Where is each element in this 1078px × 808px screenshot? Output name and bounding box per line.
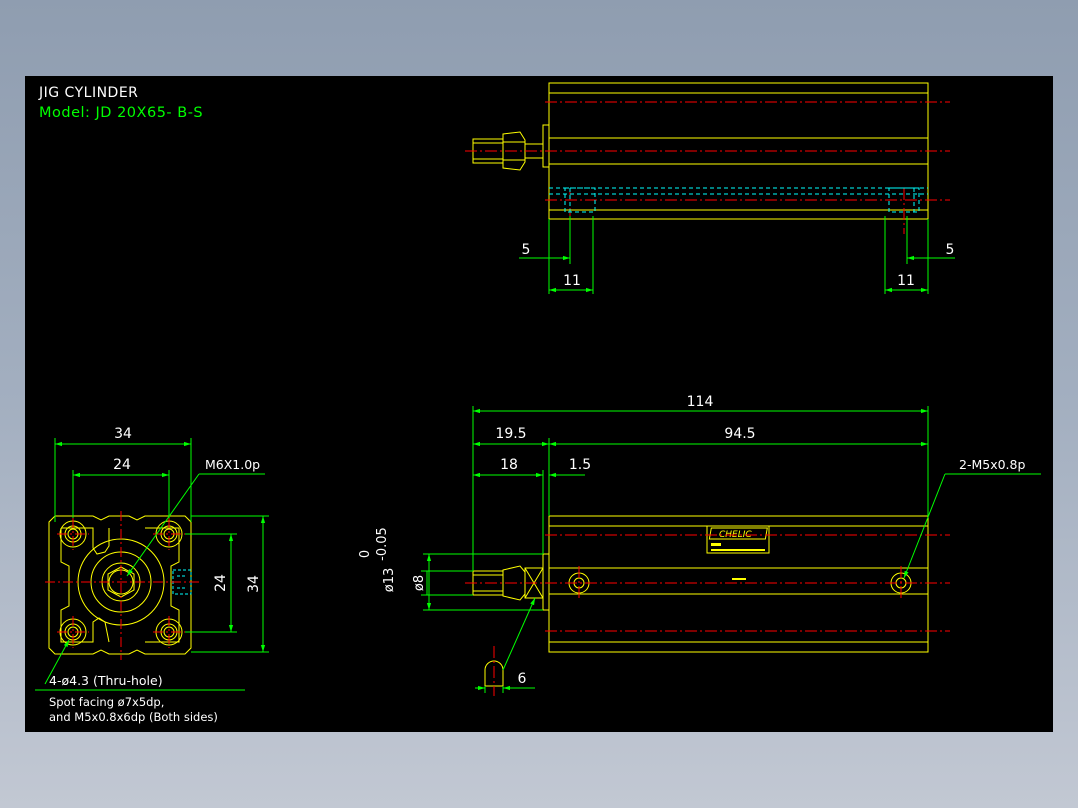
dim-right-offset: 5 xyxy=(946,242,955,258)
dim-right-pitch: 11 xyxy=(897,273,915,289)
dim-rod-extension: 19.5 xyxy=(495,426,526,442)
rod-thread-label: M6X1.0p xyxy=(205,457,260,472)
dim-body-length: 94.5 xyxy=(724,426,755,442)
top-view: 5 11 11 5 xyxy=(465,82,955,294)
dim-flange: 1.5 xyxy=(569,457,591,473)
dim-width-outer: 34 xyxy=(114,426,132,442)
dim-overall-length: 114 xyxy=(687,394,714,410)
dim-rod-diameter: ø13 xyxy=(382,568,397,593)
dim-height-outer: 34 xyxy=(246,575,262,593)
side-view: CHELIC 114 19.5 94.5 18 1.5 6 ø13 0 -0.0… xyxy=(358,394,1041,696)
dim-wrench: 6 xyxy=(518,671,527,687)
dim-rod-thread-length: 18 xyxy=(500,457,518,473)
hole-note: 4-ø4.3 (Thru-hole) xyxy=(49,673,163,688)
spot-facing-note-1: Spot facing ø7x5dp, xyxy=(49,695,164,709)
end-view: 34 24 24 34 M6X1.0p 4-ø4.3 (Thru-hole) S… xyxy=(35,426,269,724)
port-note: 2-M5x0.8p xyxy=(959,457,1025,472)
dim-pin-diameter: ø8 xyxy=(412,575,427,591)
dim-width-inner: 24 xyxy=(113,457,131,473)
spot-facing-note-2: and M5x0.8x6dp (Both sides) xyxy=(49,710,218,724)
dim-rod-tol-upper: 0 xyxy=(358,550,373,558)
dim-height-inner: 24 xyxy=(213,574,229,592)
dim-left-offset: 5 xyxy=(522,242,531,258)
drawing-canvas: JIG CYLINDER Model: JD 20X65- B-S 5 11 1… xyxy=(25,76,1053,732)
dim-rod-tol-lower: -0.05 xyxy=(375,527,390,561)
cad-drawing: 5 11 11 5 34 24 24 34 M6X1.0p 4-ø4.3 (Th… xyxy=(35,82,1041,724)
dim-left-pitch: 11 xyxy=(563,273,581,289)
